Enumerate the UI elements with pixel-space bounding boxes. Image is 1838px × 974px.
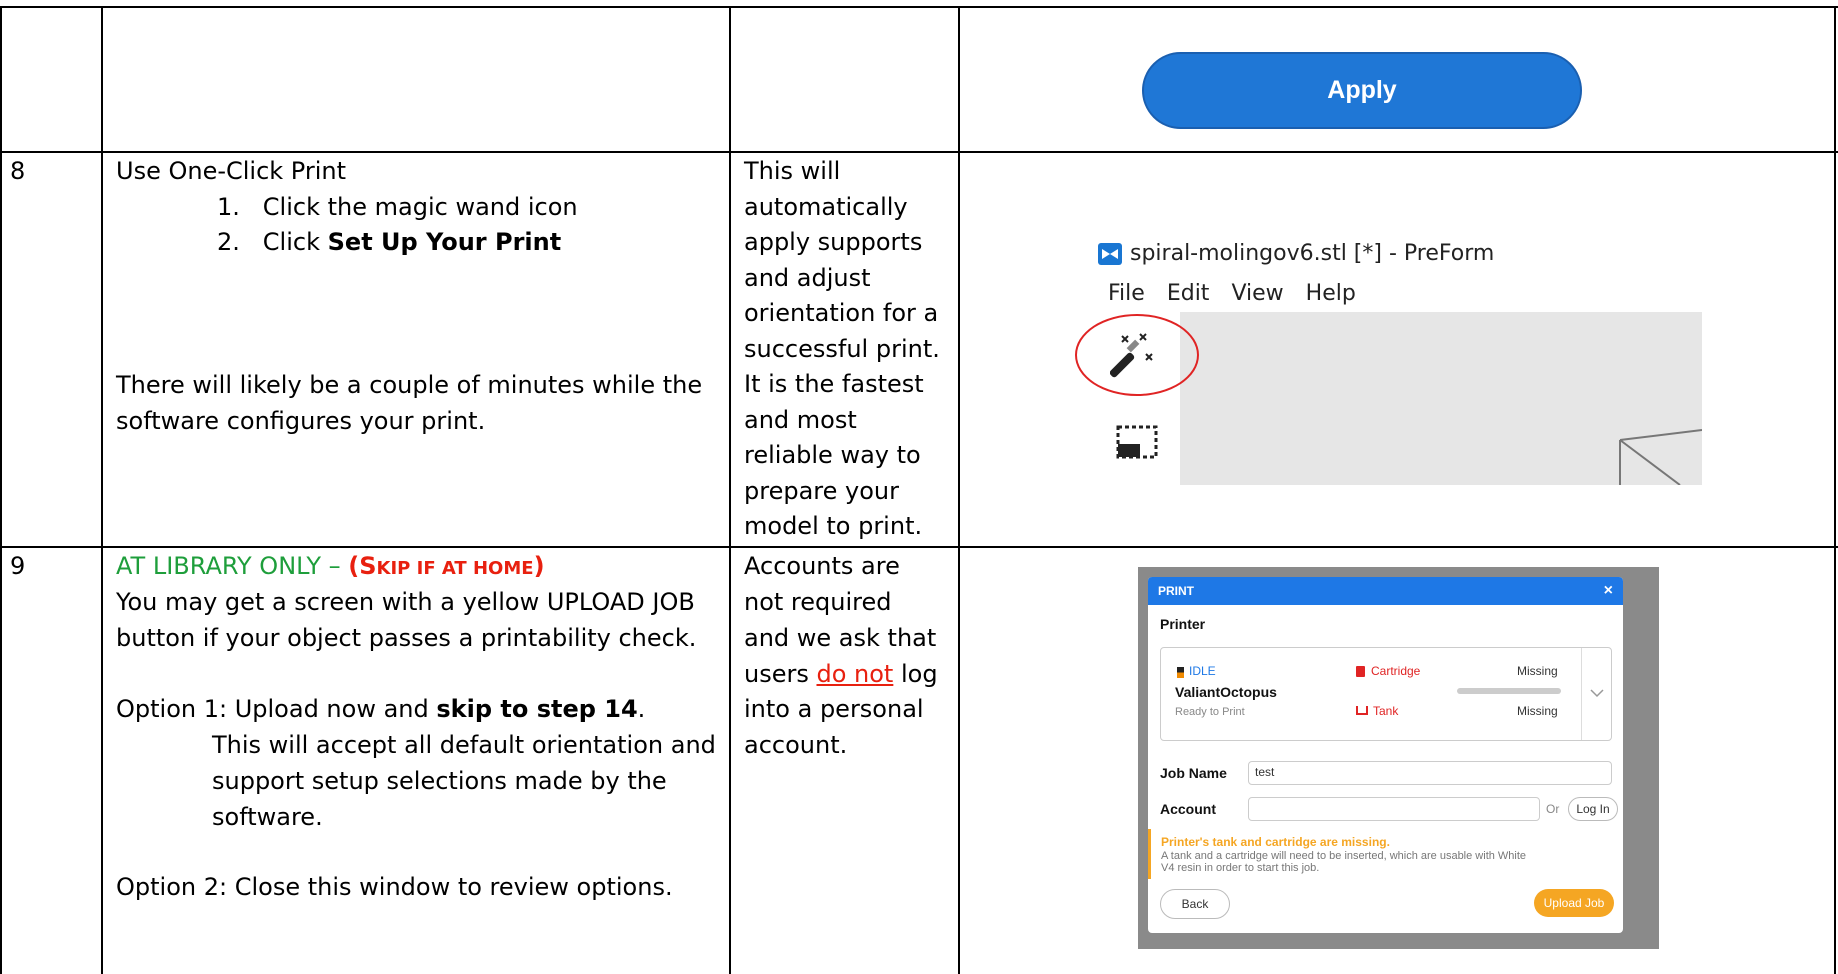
library-only-label: AT LIBRARY ONLY – [116, 552, 349, 580]
menu-view[interactable]: View [1231, 281, 1283, 306]
step-9-why-line5: into a personal [744, 695, 924, 723]
skip-to-step-14: skip to step 14 [436, 695, 638, 723]
why-line: and adjust [744, 263, 871, 292]
item-number: 1. [217, 193, 240, 221]
skip-if-home-label: (SKIP IF AT HOME) [348, 552, 545, 580]
apply-button[interactable]: Apply [1142, 52, 1582, 129]
status-indicator-icon [1177, 667, 1184, 678]
tank-label: Tank [1373, 704, 1399, 718]
step-9-line2: button if your object passes a printabil… [116, 624, 697, 652]
option-1-sub1: This will accept all default orientation… [212, 731, 716, 759]
printer-selector[interactable]: IDLE ValiantOctopus Ready to Print Cartr… [1160, 647, 1612, 741]
warning-text-1: A tank and a cartridge will need to be i… [1161, 850, 1527, 862]
preform-app-icon [1098, 242, 1122, 265]
cartridge-icon [1356, 666, 1365, 677]
why-line: reliable way to [744, 441, 921, 469]
print-dialog-title: PRINT [1158, 584, 1194, 598]
print-dialog: PRINT × Printer IDLE ValiantOctopus Read… [1148, 577, 1623, 933]
preform-canvas[interactable] [1180, 312, 1702, 485]
back-button[interactable]: Back [1160, 889, 1230, 919]
cartridge-label: Cartridge [1371, 664, 1421, 678]
close-icon[interactable]: × [1604, 582, 1613, 600]
warning-title: Printer's tank and cartridge are missing… [1161, 835, 1390, 849]
preform-menu-bar: File Edit View Help [1108, 281, 1356, 306]
step-9-why-line2: not required [744, 588, 892, 616]
printer-status: IDLE [1189, 664, 1216, 678]
print-dialog-header: PRINT × [1148, 577, 1623, 605]
printer-label: Printer [1160, 616, 1206, 632]
upload-job-button[interactable]: Upload Job [1534, 889, 1614, 917]
step-8-note-line1: There will likely be a couple of minutes… [116, 371, 703, 399]
table-border-right [1834, 6, 1836, 974]
table-border-top [0, 6, 1838, 8]
or-label: Or [1546, 802, 1560, 816]
step-8-why: This will automatically apply supports a… [744, 154, 940, 545]
option-1-sub3: software. [212, 803, 323, 831]
printer-name: ValiantOctopus [1175, 684, 1277, 700]
step-9-why-line6: account. [744, 731, 848, 759]
step-9-heading: AT LIBRARY ONLY – (SKIP IF AT HOME) [116, 549, 545, 587]
item-bold-text: Set Up Your Print [327, 228, 562, 256]
step-8-heading: Use One-Click Print [116, 157, 347, 185]
job-name-label: Job Name [1160, 765, 1227, 781]
table-border-row7-8 [0, 151, 1838, 153]
option-1-sub2: support setup selections made by the [212, 767, 667, 795]
account-label: Account [1160, 801, 1216, 817]
job-name-value: test [1255, 765, 1275, 779]
preform-window-title: spiral-molingov6.stl [*] - PreForm [1098, 241, 1494, 266]
option-2: Option 2: Close this window to review op… [116, 873, 673, 901]
item-text: Click the magic wand icon [262, 193, 578, 221]
chevron-down-icon[interactable] [1581, 648, 1612, 740]
step-number-9: 9 [10, 552, 26, 580]
step-number-8: 8 [10, 157, 26, 185]
log-in-button[interactable]: Log In [1568, 797, 1618, 821]
job-name-input[interactable]: test [1248, 761, 1612, 785]
table-border-col1 [101, 6, 103, 974]
warning-text-2: V4 resin in order to start this job. [1161, 862, 1320, 874]
why-line: successful print. [744, 334, 940, 363]
preform-title-text: spiral-molingov6.stl [*] - PreForm [1130, 241, 1495, 266]
why-line: This will [744, 157, 841, 185]
why-line: orientation for a [744, 299, 939, 327]
step-9-why-line1: Accounts are [744, 552, 900, 580]
option-1: Option 1: Upload now and skip to step 14… [116, 695, 646, 723]
why-line: It is the fastest [744, 370, 924, 398]
tank-state: Missing [1517, 704, 1558, 718]
cartridge-state: Missing [1517, 664, 1558, 678]
item-number: 2. [217, 228, 240, 256]
menu-help[interactable]: Help [1306, 281, 1356, 306]
cartridge-level-bar [1457, 688, 1561, 694]
layout-select-icon[interactable] [1115, 424, 1159, 460]
warning-banner: Printer's tank and cartridge are missing… [1148, 829, 1623, 879]
menu-edit[interactable]: Edit [1167, 281, 1210, 306]
menu-file[interactable]: File [1108, 281, 1145, 306]
item-text: Click [262, 228, 328, 256]
table-border-col3 [958, 6, 960, 974]
why-line: and most [744, 405, 857, 434]
table-border-left [0, 6, 2, 974]
account-input[interactable] [1248, 797, 1540, 821]
step-9-why-line4: users do not log [744, 660, 938, 688]
why-line: automatically [744, 192, 908, 221]
printer-ready: Ready to Print [1175, 706, 1245, 718]
step-9-why-line3: and we ask that [744, 624, 937, 652]
do-not-emphasis: do not [816, 660, 894, 688]
step-8-item-2: 2. Click Set Up Your Print [217, 225, 561, 261]
step-8-item-1: 1. Click the magic wand icon [217, 190, 578, 226]
why-line: prepare your [744, 476, 899, 505]
tank-icon [1356, 706, 1368, 715]
why-line: apply supports [744, 228, 923, 256]
table-border-row8-9 [0, 546, 1838, 548]
why-line: model to print. [744, 512, 923, 540]
table-border-col2 [729, 6, 731, 974]
step-8-note-line2: software configures your print. [116, 407, 486, 435]
step-9-line1: You may get a screen with a yellow UPLOA… [116, 588, 695, 616]
highlight-circle [1075, 314, 1199, 396]
